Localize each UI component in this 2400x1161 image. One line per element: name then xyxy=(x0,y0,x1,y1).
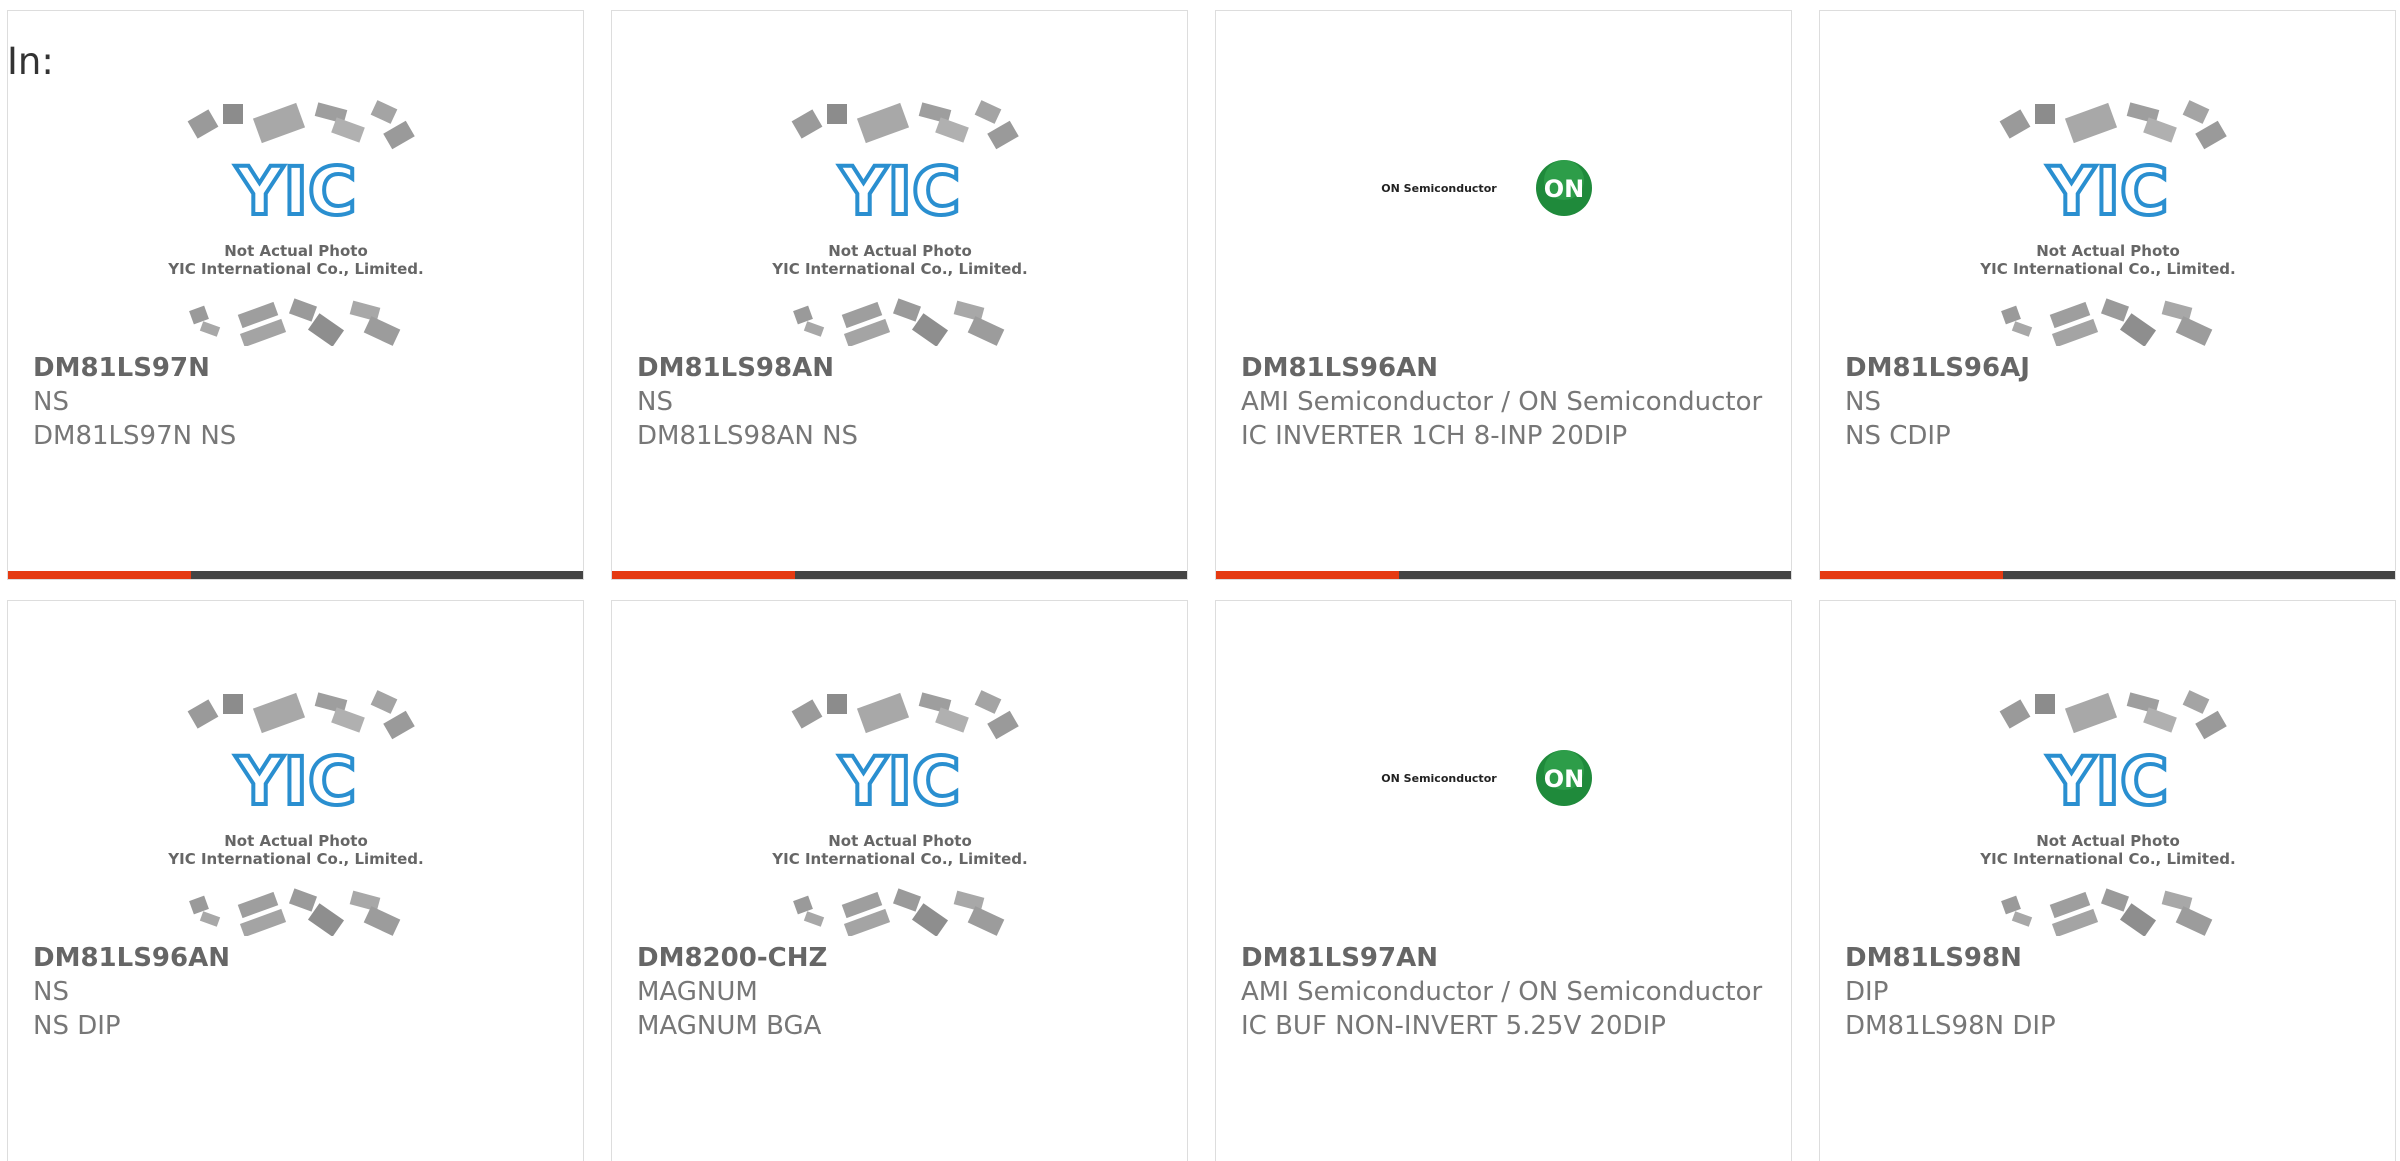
product-image[interactable]: ON Semiconductor ON xyxy=(1216,686,1791,946)
product-info: DM81LS96AJ NS NS CDIP xyxy=(1845,351,2375,453)
product-image[interactable]: YIC Not Actual Photo YIC International Co.… xyxy=(1820,96,2395,356)
manufacturer: MAGNUM xyxy=(637,977,758,1007)
svg-text:ON Semiconductor: ON Semiconductor xyxy=(1381,182,1497,195)
svg-text:YIC: YIC xyxy=(2046,153,2168,230)
product-image[interactable]: YIC Not Actual Photo YIC International Co.… xyxy=(612,686,1187,946)
svg-text:Not Actual Photo: Not Actual Photo xyxy=(828,832,972,850)
product-card[interactable]: YIC Not Actual Photo YIC International Co.… xyxy=(1819,600,2396,1161)
card-accent-bar xyxy=(1820,571,2003,579)
part-number-link[interactable]: DM81LS98AN xyxy=(637,351,1167,385)
svg-text:YIC International Co., Limited: YIC International Co., Limited. xyxy=(1979,260,2235,278)
product-card[interactable]: ON Semiconductor ON DM81LS96AN AMI Semicond… xyxy=(1215,10,1792,580)
product-image[interactable]: YIC Not Actual Photo YIC International Co.… xyxy=(8,686,583,946)
svg-text:YIC International Co., Limited: YIC International Co., Limited. xyxy=(1979,850,2235,868)
product-image[interactable]: YIC Not Actual Photo YIC International Co.… xyxy=(8,96,583,356)
yic-placeholder-image: YIC Not Actual PhotoYIC International Co.… xyxy=(167,100,423,346)
on-semiconductor-logo: ON Semiconductor ON xyxy=(1381,750,1592,806)
card-accent-bar xyxy=(1216,571,1399,579)
product-info: DM81LS98AN NS DM81LS98AN NS xyxy=(637,351,1167,453)
manufacturer: AMI Semiconductor / ON Semiconductor xyxy=(1241,977,1763,1007)
card-bottom-bar xyxy=(1820,571,2395,579)
svg-text:Not Actual Photo: Not Actual Photo xyxy=(224,242,368,260)
description: DM81LS97N NS xyxy=(33,421,237,451)
manufacturer: NS xyxy=(637,387,673,417)
product-image[interactable]: YIC Not Actual Photo YIC International Co.… xyxy=(612,96,1187,356)
svg-text:Not Actual Photo: Not Actual Photo xyxy=(2036,242,2180,260)
manufacturer: NS xyxy=(33,977,69,1007)
svg-text:YIC International Co., Limited: YIC International Co., Limited. xyxy=(167,260,423,278)
part-number-link[interactable]: DM81LS96AN xyxy=(33,941,563,975)
svg-text:YIC International Co., Limited: YIC International Co., Limited. xyxy=(771,850,1027,868)
product-info: DM81LS96AN AMI Semiconductor / ON Semicon… xyxy=(1241,351,1771,453)
description: NS CDIP xyxy=(1845,421,1951,451)
product-card[interactable]: YIC Not Actual Photo YIC International Co.… xyxy=(1819,10,2396,580)
product-image[interactable]: YIC Not Actual Photo YIC International Co.… xyxy=(1820,686,2395,946)
card-bottom-bar xyxy=(8,571,583,579)
manufacturer: AMI Semiconductor / ON Semiconductor xyxy=(1241,387,1763,417)
product-info: DM81LS96AN NS NS DIP xyxy=(33,941,563,1043)
description: DM81LS98AN NS xyxy=(637,421,859,451)
part-number-link[interactable]: DM81LS98N xyxy=(1845,941,2375,975)
description: IC INVERTER 1CH 8-INP 20DIP xyxy=(1241,421,1628,451)
svg-text:ON: ON xyxy=(1543,765,1584,793)
card-bottom-bar xyxy=(1216,571,1791,579)
product-card[interactable]: YIC Not Actual Photo YIC International Co.… xyxy=(611,10,1188,580)
product-info: DM8200-CHZ MAGNUM MAGNUM BGA xyxy=(637,941,1167,1043)
part-number-link[interactable]: DM81LS96AJ xyxy=(1845,351,2375,385)
yic-placeholder-image: YIC Not Actual PhotoYIC International Co.… xyxy=(167,690,423,936)
product-grid-page: In: YIC Not Actual Photo YIC International… xyxy=(0,0,2400,1161)
filter-label: In: xyxy=(7,40,54,83)
product-card[interactable]: YIC Not Actual Photo YIC International Co.… xyxy=(611,600,1188,1161)
manufacturer: DIP xyxy=(1845,977,1889,1007)
part-number-link[interactable]: DM81LS96AN xyxy=(1241,351,1771,385)
svg-text:YIC: YIC xyxy=(2046,743,2168,820)
part-number-link[interactable]: DM81LS97AN xyxy=(1241,941,1771,975)
svg-text:Not Actual Photo: Not Actual Photo xyxy=(2036,832,2180,850)
manufacturer: NS xyxy=(1845,387,1881,417)
svg-text:YIC: YIC xyxy=(838,153,960,230)
svg-text:ON Semiconductor: ON Semiconductor xyxy=(1381,772,1497,785)
product-card[interactable]: YIC Not Actual Photo YIC International Co.… xyxy=(7,10,584,580)
manufacturer: NS xyxy=(33,387,69,417)
svg-text:Not Actual Photo: Not Actual Photo xyxy=(828,242,972,260)
svg-text:YIC International Co., Limited: YIC International Co., Limited. xyxy=(771,260,1027,278)
card-bottom-bar xyxy=(612,571,1187,579)
on-semiconductor-logo: ON Semiconductor ON xyxy=(1381,160,1592,216)
part-number-link[interactable]: DM8200-CHZ xyxy=(637,941,1167,975)
product-card[interactable]: ON Semiconductor ON DM81LS97AN AMI Semicond… xyxy=(1215,600,1792,1161)
svg-text:YIC: YIC xyxy=(234,743,356,820)
svg-text:YIC: YIC xyxy=(838,743,960,820)
product-info: DM81LS98N DIP DM81LS98N DIP xyxy=(1845,941,2375,1043)
description: DM81LS98N DIP xyxy=(1845,1011,2056,1041)
description: NS DIP xyxy=(33,1011,121,1041)
svg-text:YIC International Co., Limited: YIC International Co., Limited. xyxy=(167,850,423,868)
svg-text:Not Actual Photo: Not Actual Photo xyxy=(224,832,368,850)
description: MAGNUM BGA xyxy=(637,1011,822,1041)
product-image[interactable]: ON Semiconductor ON xyxy=(1216,96,1791,356)
yic-placeholder-image: YIC Not Actual PhotoYIC International Co.… xyxy=(1979,690,2235,936)
card-accent-bar xyxy=(8,571,191,579)
product-info: DM81LS97AN AMI Semiconductor / ON Semicon… xyxy=(1241,941,1771,1043)
yic-placeholder-image: YIC Not Actual PhotoYIC International Co.… xyxy=(771,100,1027,346)
yic-placeholder-image: YIC Not Actual PhotoYIC International Co.… xyxy=(771,690,1027,936)
svg-text:YIC: YIC xyxy=(234,153,356,230)
svg-text:ON: ON xyxy=(1543,175,1584,203)
card-accent-bar xyxy=(612,571,795,579)
description: IC BUF NON-INVERT 5.25V 20DIP xyxy=(1241,1011,1666,1041)
product-card[interactable]: YIC Not Actual Photo YIC International Co.… xyxy=(7,600,584,1161)
part-number-link[interactable]: DM81LS97N xyxy=(33,351,563,385)
product-info: DM81LS97N NS DM81LS97N NS xyxy=(33,351,563,453)
yic-placeholder-image: YIC Not Actual PhotoYIC International Co.… xyxy=(1979,100,2235,346)
